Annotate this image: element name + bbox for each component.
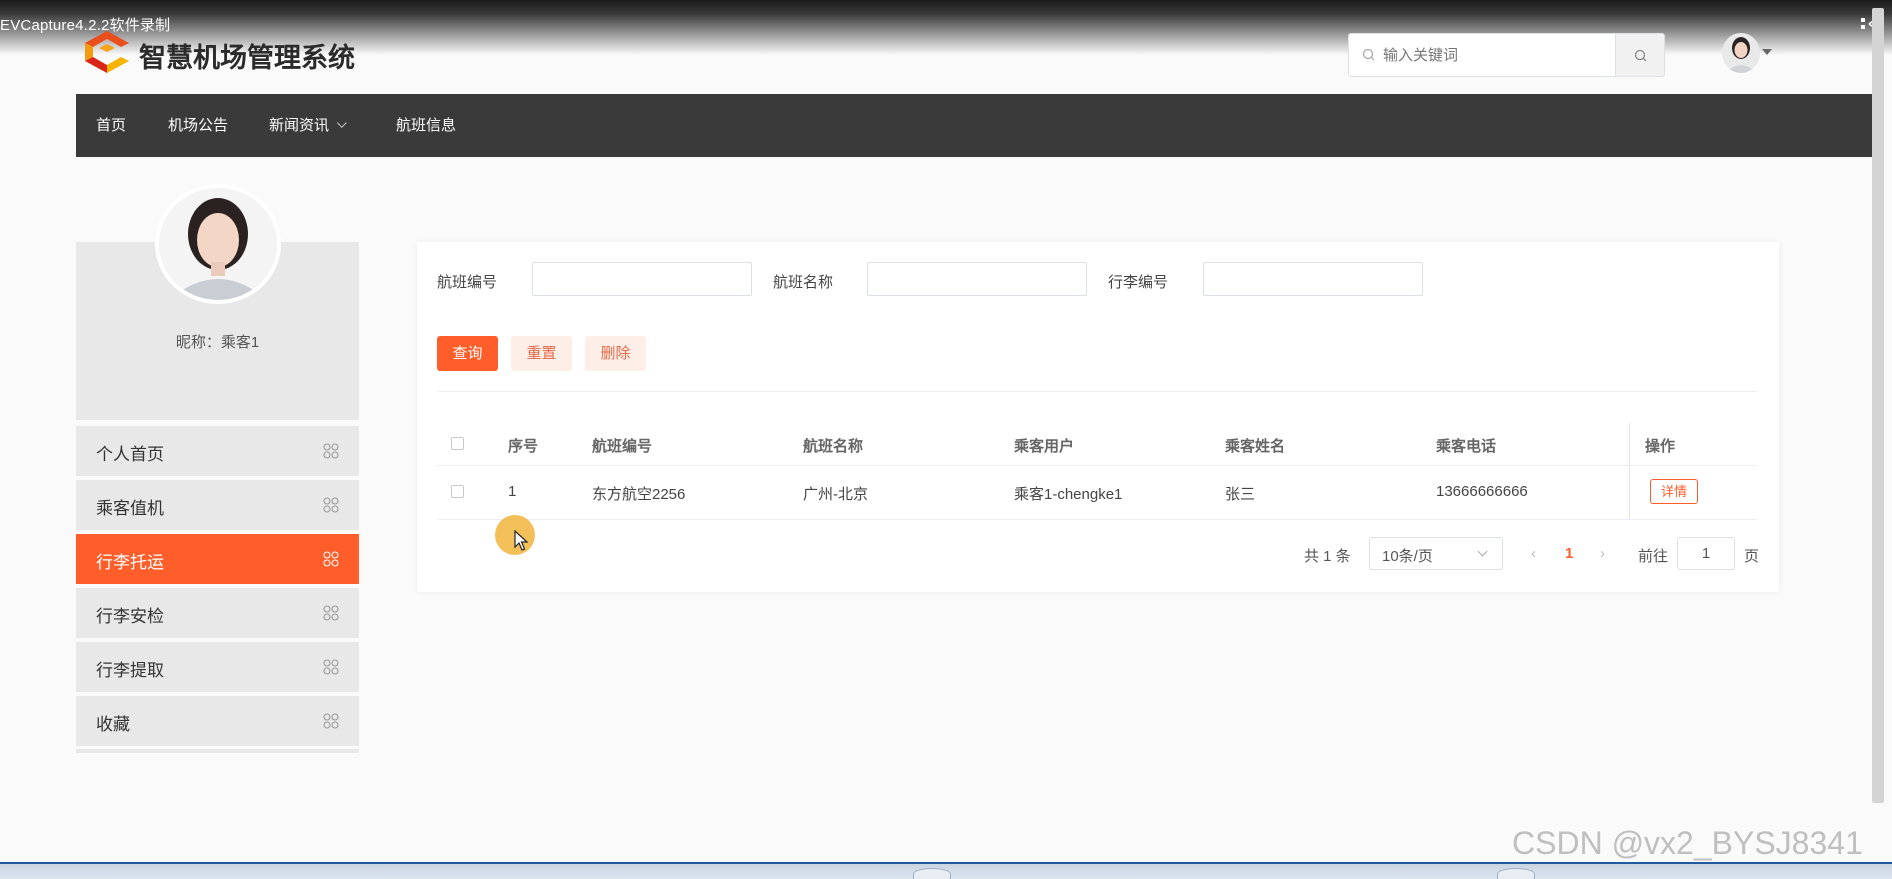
fixed-column-separator [1629, 423, 1630, 519]
os-taskbar [0, 862, 1892, 879]
sidebar-item-label: 个人首页 [96, 445, 164, 464]
sidebar-item-luggage-security[interactable]: 行李安检 [76, 588, 359, 638]
flight-no-input[interactable] [532, 262, 752, 296]
column-header-flight-name: 航班名称 [803, 438, 864, 455]
column-header-user: 乘客用户 [1014, 438, 1075, 455]
page-scrollbar[interactable] [1872, 8, 1884, 803]
cell-flight-name: 广州-北京 [803, 486, 868, 503]
main-nav: 首页 机场公告 新闻资讯 航班信息 [76, 94, 1874, 157]
flight-name-input[interactable] [867, 262, 1087, 296]
profile-avatar [155, 184, 281, 304]
table-row-line [437, 519, 1757, 520]
column-header-flight-no: 航班编号 [592, 438, 653, 455]
flight-no-label: 航班编号 [437, 274, 498, 291]
pagination-total: 共 1 条 [1304, 548, 1351, 565]
nav-item-home[interactable]: 首页 [96, 94, 126, 157]
nickname: 昵称：乘客1 [175, 334, 260, 351]
page-suffix: 页 [1744, 548, 1760, 565]
luggage-no-label: 行李编号 [1108, 274, 1169, 291]
grid-icon [323, 551, 339, 567]
sidebar-footer-strip [76, 749, 359, 753]
divider [437, 391, 1757, 392]
sidebar-item-luggage-pickup[interactable]: 行李提取 [76, 642, 359, 692]
grid-icon [323, 443, 339, 459]
cell-phone: 13666666666 [1436, 483, 1528, 500]
column-header-index: 序号 [508, 438, 539, 455]
search-field[interactable] [1348, 33, 1616, 77]
sidebar-item-label: 乘客值机 [96, 499, 164, 518]
nav-label: 首页 [96, 117, 127, 134]
column-header-action: 操作 [1645, 438, 1676, 455]
nav-item-news[interactable]: 新闻资讯 [269, 94, 347, 157]
search-button[interactable] [1615, 33, 1665, 77]
sidebar-item-home[interactable]: 个人首页 [76, 426, 359, 476]
column-header-name: 乘客姓名 [1225, 438, 1286, 455]
grid-icon [323, 497, 339, 513]
page-size-value: 10条/页 [1382, 548, 1433, 565]
goto-label: 前往 [1638, 548, 1669, 565]
goto-page-input[interactable]: 1 [1677, 537, 1735, 570]
next-page-button[interactable]: › [1600, 545, 1605, 562]
cell-flight-no: 东方航空2256 [592, 486, 686, 503]
select-all-checkbox[interactable] [451, 437, 464, 450]
watermark: CSDN @vx2_BYSJ8341 [1512, 825, 1863, 861]
flight-name-label: 航班名称 [773, 274, 834, 291]
detail-button[interactable]: 详情 [1650, 479, 1698, 504]
sidebar-item-favorites[interactable]: 收藏 [76, 696, 359, 746]
taskbar-app-icon[interactable] [1497, 868, 1535, 879]
taskbar-app-icon[interactable] [913, 868, 951, 879]
prev-page-button[interactable]: ‹ [1531, 545, 1536, 562]
luggage-no-input[interactable] [1203, 262, 1423, 296]
user-avatar[interactable] [1722, 33, 1760, 73]
sidebar-item-checkin[interactable]: 乘客值机 [76, 480, 359, 530]
header-row-line [437, 465, 1757, 466]
sidebar-item-label: 行李提取 [96, 661, 164, 680]
nav-item-announcements[interactable]: 机场公告 [168, 94, 228, 157]
chevron-down-icon [336, 118, 347, 128]
grid-icon [323, 713, 339, 729]
query-button[interactable]: 查询 [437, 336, 498, 371]
site-logo[interactable] [85, 31, 129, 73]
search-icon [1362, 48, 1375, 61]
chevron-down-icon [1477, 546, 1488, 557]
nav-label: 航班信息 [396, 117, 457, 134]
search-input[interactable] [1383, 44, 1603, 66]
reset-button[interactable]: 重置 [511, 336, 572, 371]
nav-item-flights[interactable]: 航班信息 [396, 94, 456, 157]
mouse-cursor-icon [514, 530, 528, 551]
chevron-down-icon[interactable] [1762, 49, 1772, 55]
nav-label: 机场公告 [168, 117, 229, 134]
sidebar-item-label: 行李安检 [96, 607, 164, 626]
row-checkbox[interactable] [451, 485, 464, 498]
sidebar-item-luggage-checkin[interactable]: 行李托运 [76, 534, 359, 584]
current-page[interactable]: 1 [1565, 545, 1573, 562]
cell-user: 乘客1-chengke1 [1014, 486, 1123, 503]
delete-button[interactable]: 删除 [585, 336, 646, 371]
page-size-select[interactable]: 10条/页 [1369, 537, 1503, 570]
grid-icon [323, 659, 339, 675]
nav-label: 新闻资讯 [269, 117, 330, 134]
grid-icon [323, 605, 339, 621]
cell-index: 1 [508, 483, 517, 500]
sidebar-item-label: 收藏 [96, 715, 130, 734]
search-icon [1634, 49, 1647, 62]
sidebar-item-label: 行李托运 [96, 553, 164, 572]
site-title: 智慧机场管理系统 [139, 43, 355, 73]
cell-name: 张三 [1225, 486, 1256, 503]
column-header-phone: 乘客电话 [1436, 438, 1497, 455]
